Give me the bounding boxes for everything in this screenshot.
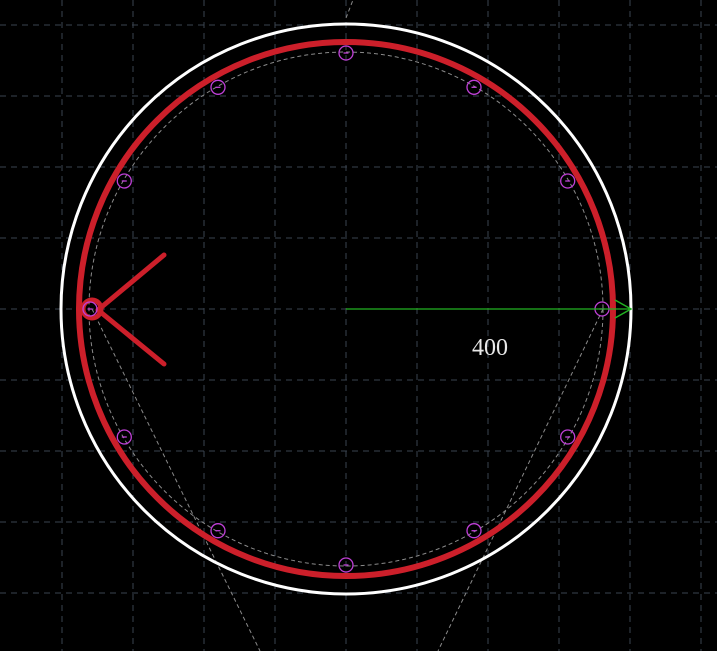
hook-arm-upper xyxy=(95,252,167,313)
bar-marker[interactable] xyxy=(210,523,226,539)
guide-line xyxy=(437,308,604,651)
bar-marker[interactable] xyxy=(560,173,576,189)
dimension-text: 400 xyxy=(472,335,508,361)
bar-marker[interactable] xyxy=(116,429,132,445)
bar-marker[interactable] xyxy=(466,79,482,95)
bar-marker[interactable] xyxy=(116,173,132,189)
section-drawing: 400 xyxy=(0,0,717,651)
bar-marker[interactable] xyxy=(338,557,354,573)
guide-line xyxy=(345,0,354,19)
hook-arm-lower xyxy=(95,307,167,367)
bar-marker[interactable] xyxy=(466,523,482,539)
bar-marker[interactable] xyxy=(210,79,226,95)
cad-viewport[interactable]: 400 xyxy=(0,0,717,651)
grid-lines xyxy=(0,0,717,651)
bar-marker[interactable] xyxy=(560,429,576,445)
